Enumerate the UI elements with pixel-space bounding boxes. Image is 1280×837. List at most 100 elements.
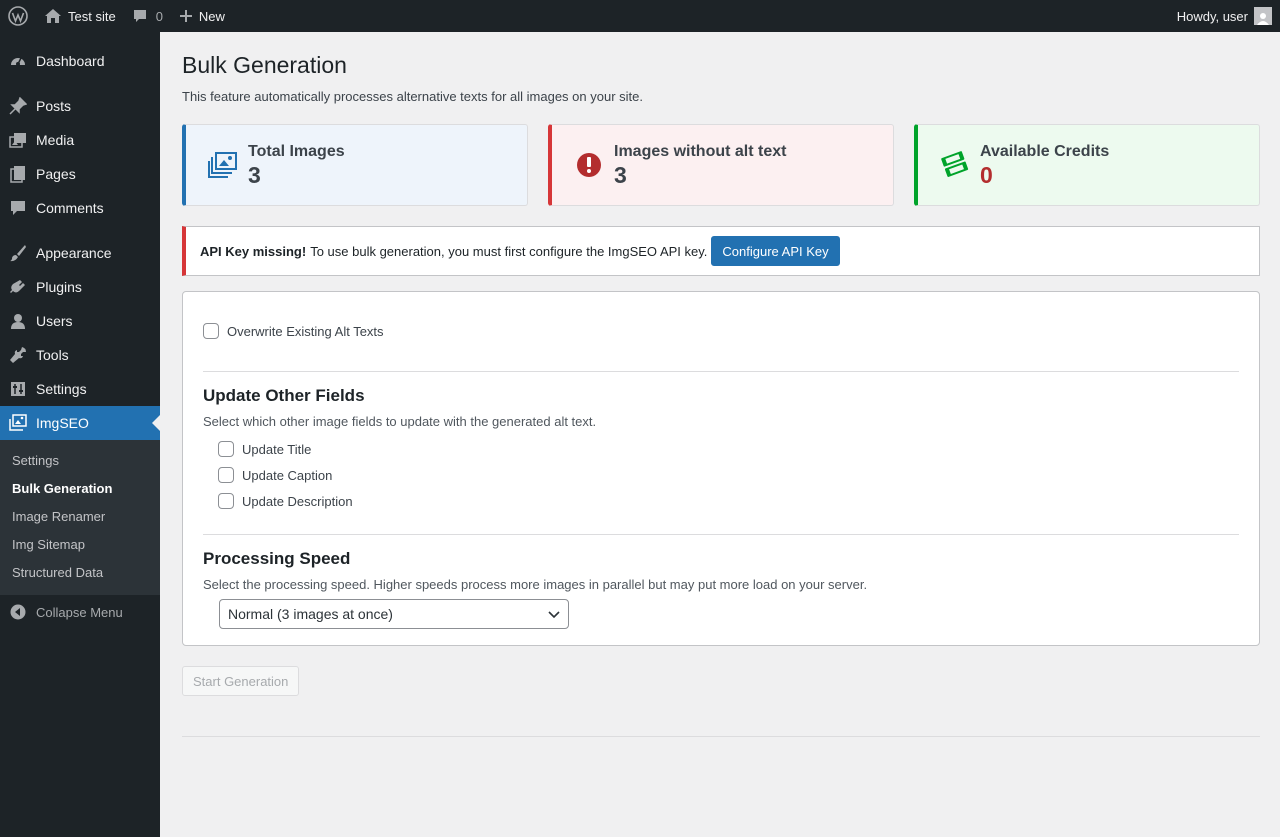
- collapse-menu-label: Collapse Menu: [36, 604, 123, 620]
- update-title-checkbox[interactable]: [218, 441, 234, 457]
- menu-label: Media: [36, 132, 75, 148]
- notice-strong: API Key missing!: [200, 243, 307, 259]
- menu-label: Users: [36, 313, 73, 329]
- menu-label: Dashboard: [36, 53, 105, 69]
- menu-item-imgseo[interactable]: ImgSEO: [0, 406, 160, 440]
- other-fields-desc: Select which other image fields to updat…: [203, 414, 597, 429]
- options-panel: Overwrite Existing Alt Texts Update Othe…: [182, 291, 1260, 646]
- card-value: 3: [248, 162, 261, 188]
- new-content-link[interactable]: New: [171, 0, 233, 32]
- menu-item-comments[interactable]: Comments: [0, 191, 160, 225]
- brush-icon: [0, 244, 36, 262]
- overwrite-option[interactable]: Overwrite Existing Alt Texts: [203, 323, 1239, 339]
- wrench-icon: [0, 346, 36, 364]
- overwrite-checkbox[interactable]: [203, 323, 219, 339]
- card-title: Images without alt text: [614, 143, 787, 160]
- images-icon: [206, 148, 240, 182]
- howdy-text: Howdy, user: [1176, 8, 1248, 24]
- update-title-label: Update Title: [242, 441, 312, 457]
- speed-selected-value: Normal (3 images at once): [228, 606, 393, 622]
- admin-sidebar: Dashboard Posts Media Pages Comments App…: [0, 32, 160, 837]
- divider: [203, 371, 1239, 372]
- submenu-item-bulk-generation[interactable]: Bulk Generation: [0, 475, 160, 503]
- start-generation-button[interactable]: Start Generation: [182, 666, 300, 696]
- collapse-menu-button[interactable]: Collapse Menu: [0, 595, 160, 629]
- warning-icon: [572, 148, 606, 182]
- stats-cards: Total Images 3 Images without alt text 3…: [182, 124, 1260, 206]
- menu-item-settings[interactable]: Settings: [0, 372, 160, 406]
- card-value: 0: [980, 162, 993, 188]
- update-description-checkbox[interactable]: [218, 493, 234, 509]
- menu-item-posts[interactable]: Posts: [0, 89, 160, 123]
- footer-divider: [182, 736, 1260, 737]
- plug-icon: [0, 278, 36, 296]
- card-title: Available Credits: [980, 143, 1110, 160]
- dashboard-icon: [0, 52, 36, 70]
- card-title: Total Images: [248, 143, 345, 160]
- menu-label: Settings: [36, 381, 87, 397]
- menu-label: Plugins: [36, 279, 82, 295]
- api-key-missing-notice: API Key missing! To use bulk generation,…: [182, 226, 1260, 276]
- pages-icon: [0, 165, 36, 183]
- menu-item-tools[interactable]: Tools: [0, 338, 160, 372]
- other-fields-options: Update Title Update Caption Update Descr…: [203, 436, 1239, 514]
- plus-icon: [179, 9, 193, 23]
- update-title-option[interactable]: Update Title: [218, 436, 1239, 462]
- update-caption-checkbox[interactable]: [218, 467, 234, 483]
- wordpress-logo-icon[interactable]: [0, 0, 36, 32]
- comment-bubble-icon: [132, 8, 148, 24]
- images-icon: [0, 414, 36, 432]
- menu-item-appearance[interactable]: Appearance: [0, 236, 160, 270]
- site-name: Test site: [68, 8, 116, 24]
- update-description-option[interactable]: Update Description: [218, 488, 1239, 514]
- main-content: Bulk Generation This feature automatical…: [182, 32, 1260, 737]
- comment-icon: [0, 199, 36, 217]
- configure-api-key-button[interactable]: Configure API Key: [711, 236, 840, 266]
- imgseo-submenu: Settings Bulk Generation Image Renamer I…: [0, 440, 160, 595]
- menu-label: Posts: [36, 98, 72, 114]
- images-without-alt-card: Images without alt text 3: [548, 124, 894, 206]
- speed-desc: Select the processing speed. Higher spee…: [203, 577, 868, 592]
- update-caption-label: Update Caption: [242, 467, 333, 483]
- card-value: 3: [614, 162, 627, 188]
- pin-icon: [0, 97, 36, 115]
- site-name-link[interactable]: Test site: [36, 0, 124, 32]
- admin-bar: Test site 0 New Howdy, user: [0, 0, 1280, 32]
- avatar: [1254, 7, 1272, 25]
- menu-label: Pages: [36, 166, 76, 182]
- media-icon: [0, 131, 36, 149]
- home-icon: [44, 8, 62, 24]
- page-title: Bulk Generation: [182, 52, 347, 78]
- settings-icon: [0, 380, 36, 398]
- submenu-item-settings[interactable]: Settings: [0, 447, 160, 475]
- menu-label: Comments: [36, 200, 104, 216]
- overwrite-label: Overwrite Existing Alt Texts: [227, 323, 384, 339]
- menu-item-plugins[interactable]: Plugins: [0, 270, 160, 304]
- update-caption-option[interactable]: Update Caption: [218, 462, 1239, 488]
- submenu-item-img-sitemap[interactable]: Img Sitemap: [0, 531, 160, 559]
- available-credits-card: Available Credits 0: [914, 124, 1260, 206]
- my-account-link[interactable]: Howdy, user: [1177, 0, 1272, 32]
- new-label: New: [198, 8, 225, 24]
- submenu-item-structured-data[interactable]: Structured Data: [0, 559, 160, 587]
- notice-text: To use bulk generation, you must first c…: [310, 243, 708, 259]
- comments-link[interactable]: 0: [124, 0, 171, 32]
- collapse-arrow-icon: [0, 604, 36, 620]
- other-fields-title: Update Other Fields: [203, 386, 365, 405]
- speed-title: Processing Speed: [203, 549, 351, 568]
- menu-label: ImgSEO: [36, 415, 89, 431]
- page-intro: This feature automatically processes alt…: [182, 89, 643, 104]
- divider: [203, 534, 1239, 535]
- menu-item-media[interactable]: Media: [0, 123, 160, 157]
- menu-item-pages[interactable]: Pages: [0, 157, 160, 191]
- menu-label: Appearance: [36, 245, 112, 261]
- update-description-label: Update Description: [242, 493, 353, 509]
- menu-item-dashboard[interactable]: Dashboard: [0, 44, 160, 78]
- menu-item-users[interactable]: Users: [0, 304, 160, 338]
- menu-label: Tools: [36, 347, 69, 363]
- comments-count: 0: [155, 8, 163, 24]
- processing-speed-select[interactable]: Normal (3 images at once): [219, 599, 569, 629]
- chevron-down-icon: [548, 606, 560, 622]
- total-images-card: Total Images 3: [182, 124, 528, 206]
- submenu-item-image-renamer[interactable]: Image Renamer: [0, 503, 160, 531]
